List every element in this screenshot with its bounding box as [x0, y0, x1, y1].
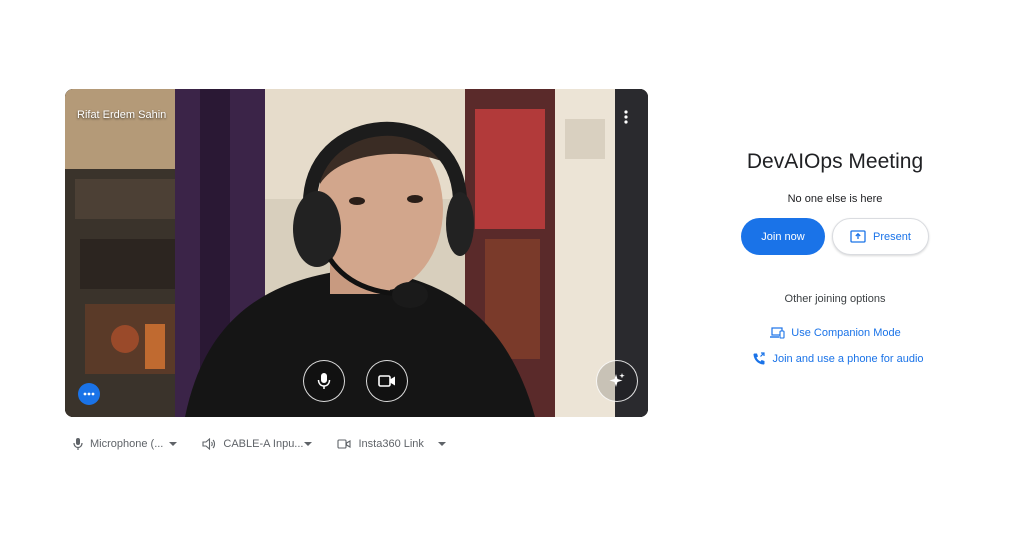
- microphone-selector[interactable]: Microphone (...: [73, 433, 178, 455]
- companion-mode-label: Use Companion Mode: [791, 327, 901, 339]
- microphone-icon: [317, 373, 331, 389]
- participant-name-label: Rifat Erdem Sahin: [77, 109, 167, 121]
- speaker-icon: [202, 438, 216, 450]
- sparkle-icon: [609, 373, 625, 387]
- videocam-icon: [378, 375, 395, 387]
- speaker-selector-label: CABLE-A Inpu...: [223, 438, 304, 450]
- more-actions-button[interactable]: [78, 383, 100, 405]
- companion-mode-link[interactable]: Use Companion Mode: [720, 327, 950, 339]
- present-button[interactable]: Present: [832, 218, 929, 255]
- camera-feed-image: [65, 89, 648, 417]
- phone-forwarded-icon: [753, 352, 766, 365]
- meeting-status-text: No one else is here: [787, 193, 883, 205]
- devices-icon: [770, 327, 785, 339]
- present-to-all-icon: [850, 230, 866, 243]
- phone-audio-link[interactable]: Join and use a phone for audio: [726, 352, 950, 366]
- self-video-preview: Rifat Erdem Sahin: [65, 89, 648, 417]
- chevron-down-icon: [304, 442, 313, 446]
- meeting-title: DevAIOps Meeting: [746, 150, 924, 173]
- more-horiz-icon: [83, 392, 95, 396]
- chevron-down-icon: [437, 442, 446, 446]
- camera-selector[interactable]: Insta360 Link: [337, 433, 446, 455]
- present-button-label: Present: [873, 230, 911, 243]
- join-actions: Join now Present: [720, 218, 950, 255]
- visual-effects-button[interactable]: [596, 360, 638, 402]
- join-panel: DevAIOps Meeting No one else is here Joi…: [720, 150, 950, 366]
- join-now-button[interactable]: Join now: [741, 218, 825, 255]
- chevron-down-icon: [169, 442, 178, 446]
- camera-selector-label: Insta360 Link: [358, 438, 424, 450]
- phone-audio-label: Join and use a phone for audio: [772, 353, 924, 365]
- videocam-icon: [337, 439, 352, 449]
- device-selector-bar: Microphone (... CABLE-A Inpu... Insta360…: [73, 433, 446, 455]
- microphone-selector-label: Microphone (...: [90, 438, 164, 450]
- other-joining-options-label: Other joining options: [784, 293, 886, 305]
- microphone-toggle-button[interactable]: [303, 360, 345, 402]
- speaker-selector[interactable]: CABLE-A Inpu...: [202, 433, 313, 455]
- more-options-icon[interactable]: [616, 106, 636, 128]
- camera-toggle-button[interactable]: [366, 360, 408, 402]
- microphone-icon: [73, 438, 83, 450]
